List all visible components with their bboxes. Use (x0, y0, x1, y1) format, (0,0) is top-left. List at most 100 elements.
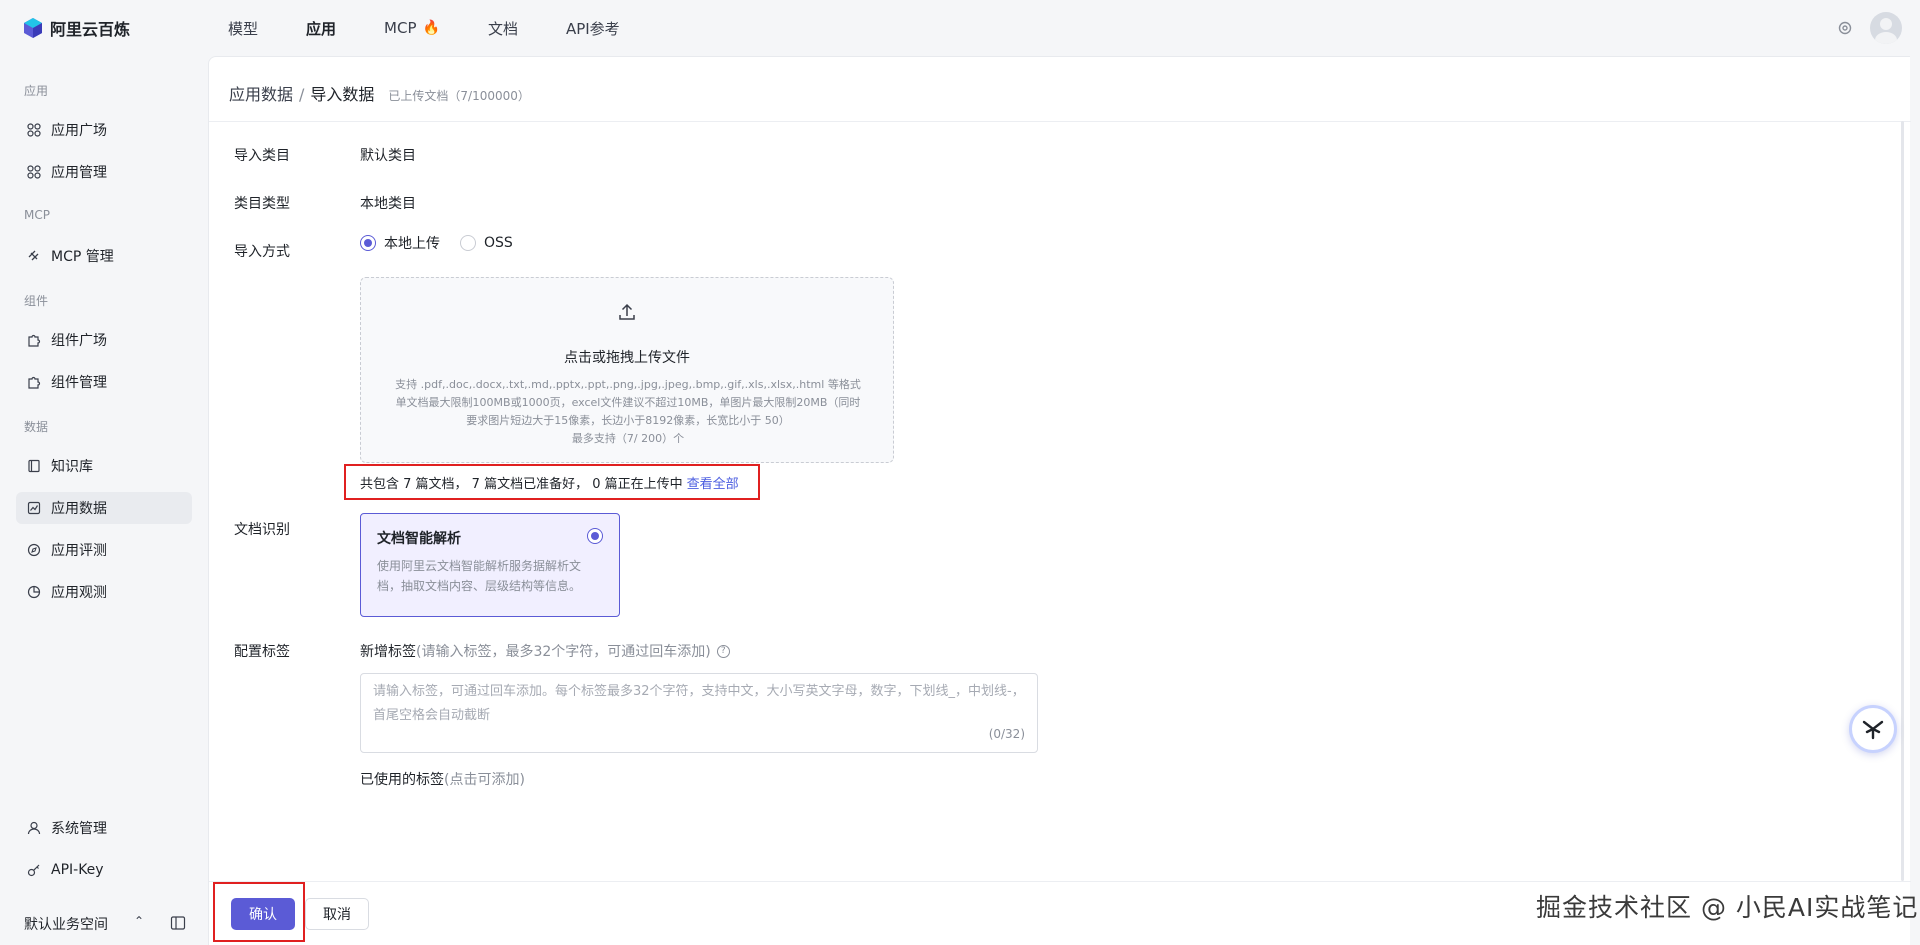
sidebar-item-knowledge[interactable]: 知识库 (16, 450, 192, 482)
puzzle-icon (26, 374, 42, 390)
tag-input-placeholder: 请输入标签，可通过回车添加。每个标签最多32个字符，支持中文，大小写英文字母，数… (373, 684, 1025, 723)
app-name: 阿里云百炼 (50, 20, 131, 39)
sidebar-item-label: MCP 管理 (51, 249, 114, 265)
grid-icon (26, 164, 42, 180)
type-label: 类目类型 (234, 196, 290, 212)
footer-divider (209, 881, 1911, 882)
logo-icon (24, 18, 42, 38)
sidebar-group-component: 组件 (24, 294, 49, 308)
sidebar: 应用 应用广场 应用管理 MCP MCP 管理 组件 组件广场 组件管理 数据 … (0, 56, 208, 945)
sidebar-item-label: 应用评测 (51, 543, 107, 559)
sidebar-item-component-manage[interactable]: 组件管理 (16, 366, 192, 398)
gear-icon[interactable] (1836, 19, 1854, 37)
sidebar-item-label: 组件管理 (51, 375, 107, 391)
sidebar-item-label: 系统管理 (51, 821, 107, 837)
top-nav: 模型 应用 MCP 🔥 文档 API参考 (228, 0, 668, 56)
smart-parse-desc: 使用阿里云文档智能解析服务据解析文档，抽取文档内容、层级结构等信息。 (377, 559, 582, 593)
workspace-switcher[interactable]: 默认业务空间 ⌃ (24, 912, 192, 936)
type-value: 本地类目 (360, 196, 416, 212)
category-value: 默认类目 (360, 148, 416, 164)
nav-api-reference[interactable]: API参考 (566, 18, 620, 39)
sidebar-group-data: 数据 (24, 420, 49, 434)
help-icon[interactable]: ? (716, 644, 730, 658)
sidebar-item-app-manage[interactable]: 应用管理 (16, 156, 192, 188)
upload-hint-formats: 支持 .pdf,.doc,.docx,.txt,.md,.pptx,.ppt,.… (395, 378, 861, 391)
tag-input[interactable]: 请输入标签，可通过回车添加。每个标签最多32个字符，支持中文，大小写英文字母，数… (360, 673, 1038, 753)
sidebar-item-label: 组件广场 (51, 333, 107, 349)
avatar[interactable] (1870, 12, 1902, 44)
mcp-icon (26, 248, 42, 264)
pie-icon (26, 584, 42, 600)
uploaded-count: 已上传文档（7/100000） (388, 89, 530, 103)
book-icon (26, 458, 42, 474)
method-label: 导入方式 (234, 244, 290, 260)
key-icon (26, 862, 42, 878)
radio-local-upload[interactable] (360, 235, 376, 251)
top-bar: 阿里云百炼 模型 应用 MCP 🔥 文档 API参考 (0, 0, 1920, 56)
method-radio-group: 本地上传 OSS (360, 233, 525, 253)
sidebar-item-label: 应用观测 (51, 585, 107, 601)
breadcrumb-separator: / (299, 85, 305, 104)
compass-icon (26, 542, 42, 558)
new-tag-title: 新增标签 (请输入标签，最多32个字符，可通过回车添加) ? (360, 641, 730, 661)
nav-mcp-label: MCP (384, 19, 417, 37)
sidebar-item-apikey[interactable]: API-Key (16, 854, 192, 886)
sidebar-item-label: 知识库 (51, 459, 93, 475)
new-tag-title-text: 新增标签 (360, 644, 416, 660)
new-tag-hint: (请输入标签，最多32个字符，可通过回车添加) (416, 644, 711, 660)
main-panel: 应用数据 / 导入数据 已上传文档（7/100000） 导入类目 默认类目 类目… (208, 56, 1911, 945)
view-all-link[interactable]: 查看全部 (687, 473, 739, 492)
nav-mcp[interactable]: MCP 🔥 (384, 19, 440, 37)
top-right-tools (1836, 12, 1902, 44)
upload-dropzone[interactable]: 点击或拖拽上传文件 支持 .pdf,.doc,.docx,.txt,.md,.p… (360, 277, 894, 463)
chevron-up-icon[interactable]: ⌃ (134, 914, 144, 928)
smart-parse-title: 文档智能解析 (377, 531, 461, 547)
breadcrumb-app-data[interactable]: 应用数据 (229, 81, 293, 105)
sidebar-item-label: API-Key (51, 862, 104, 878)
user-icon (26, 820, 42, 836)
upload-hint-max: 最多支持（7/ 200）个 (571, 432, 685, 445)
watermark: 掘金技术社区 @ 小民AI实战笔记 (1536, 893, 1919, 922)
logo[interactable]: 阿里云百炼 (22, 16, 130, 40)
scrollbar[interactable] (1901, 121, 1904, 881)
workspace-name: 默认业务空间 (24, 917, 108, 933)
panel-toggle-icon[interactable] (170, 915, 186, 931)
sidebar-item-app-eval[interactable]: 应用评测 (16, 534, 192, 566)
sidebar-item-component-plaza[interactable]: 组件广场 (16, 324, 192, 356)
sidebar-group-mcp: MCP (24, 208, 50, 222)
upload-hint-image: 要求图片短边大于15像素，长边小于8192像素，长宽比小于 50） (466, 414, 790, 427)
nav-models[interactable]: 模型 (228, 18, 258, 39)
used-tags-text: 已使用的标签 (360, 772, 444, 788)
radio-oss[interactable] (460, 235, 476, 251)
header-divider (209, 121, 1911, 122)
upload-icon (619, 303, 635, 320)
chart-icon (26, 500, 42, 516)
radio-local-upload-label[interactable]: 本地上传 (384, 233, 440, 253)
used-tags-hint: (点击可添加) (444, 772, 525, 788)
sidebar-item-app-plaza[interactable]: 应用广场 (16, 114, 192, 146)
fire-icon: 🔥 (422, 20, 440, 36)
confirm-button[interactable]: 确认 (231, 898, 295, 930)
upload-hint-limits: 单文档最大限制100MB或1000页，excel文件建议不超过10MB，单图片最… (395, 396, 861, 409)
sidebar-item-app-data[interactable]: 应用数据 (16, 492, 192, 524)
page-title: 导入数据 (310, 85, 375, 104)
sidebar-item-app-observe[interactable]: 应用观测 (16, 576, 192, 608)
radio-oss-label[interactable]: OSS (484, 235, 513, 251)
nav-docs[interactable]: 文档 (488, 18, 518, 39)
tag-input-counter: (0/32) (988, 727, 1025, 741)
upload-title: 点击或拖拽上传文件 (564, 350, 690, 366)
upload-status-text: 共包含 7 篇文档， 7 篇文档已准备好， 0 篇正在上传中 (360, 476, 683, 492)
tag-config-label: 配置标签 (234, 644, 290, 660)
puzzle-icon (26, 332, 42, 348)
sidebar-item-label: 应用广场 (51, 123, 107, 139)
assistant-bot-icon[interactable] (1849, 705, 1897, 753)
sidebar-item-system[interactable]: 系统管理 (16, 812, 192, 844)
sidebar-item-mcp-manage[interactable]: MCP 管理 (16, 240, 192, 272)
recognition-label: 文档识别 (234, 522, 290, 538)
nav-apps[interactable]: 应用 (306, 18, 336, 39)
category-label: 导入类目 (234, 148, 290, 164)
smart-parse-radio[interactable] (587, 528, 603, 544)
breadcrumb: 应用数据 / 导入数据 已上传文档（7/100000） (229, 81, 530, 105)
cancel-button[interactable]: 取消 (305, 898, 369, 930)
smart-parse-card[interactable]: 文档智能解析 使用阿里云文档智能解析服务据解析文档，抽取文档内容、层级结构等信息… (360, 513, 620, 617)
